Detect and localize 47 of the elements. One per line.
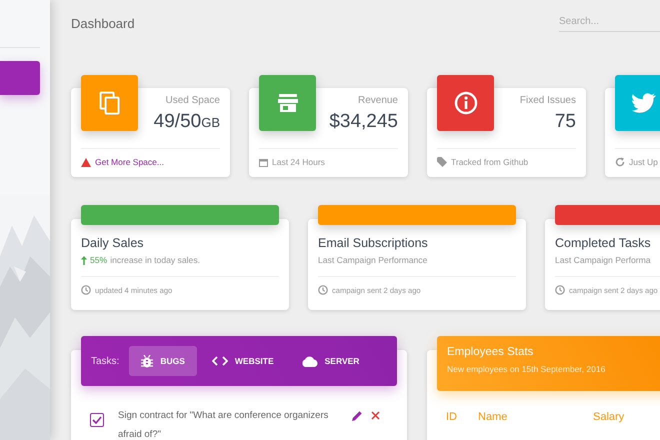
copy-icon: [98, 91, 120, 115]
stat-value: 75: [554, 111, 576, 133]
cloud-icon: [300, 356, 318, 366]
refresh-icon: [615, 157, 625, 167]
column-header: ID: [446, 411, 458, 423]
stat-value: 49/50GB: [154, 111, 220, 133]
get-more-link[interactable]: Get More Space...: [95, 157, 164, 167]
stat-label: Fixed Issues: [520, 95, 576, 106]
bird-icon: [632, 93, 656, 113]
chart-subtitle: Last Campaign Performa: [555, 255, 651, 265]
column-header: Salary: [593, 411, 624, 423]
warning-icon: [81, 158, 91, 166]
stat-label: Used Space: [166, 95, 220, 106]
task-text: Sign contract for "What are conference organizers afraid of?": [118, 409, 330, 440]
column-header: Name: [478, 411, 508, 423]
growth-value: 55%: [90, 255, 108, 265]
employees-title: Employees Stats: [447, 346, 534, 358]
search-field[interactable]: Search...: [559, 12, 660, 32]
edit-icon[interactable]: [352, 411, 362, 421]
clock-icon: [81, 285, 91, 295]
task-checkbox[interactable]: [90, 413, 104, 427]
task-tab[interactable]: BUGS: [129, 346, 197, 376]
chart-subtitle: Last Campaign Performance: [318, 255, 428, 265]
stat-value: $34,245: [329, 111, 398, 133]
arrow-up-icon: [81, 256, 87, 264]
task-tab[interactable]: SERVER: [288, 346, 372, 376]
task-tab[interactable]: WEBSITE: [200, 346, 286, 376]
store-icon: [276, 93, 298, 113]
clock-icon: [318, 285, 328, 295]
close-icon[interactable]: [371, 411, 380, 420]
stat-footer: Last 24 Hours: [272, 157, 325, 167]
employees-subtitle: New employees on 15th September, 2016: [447, 364, 606, 374]
code-icon: [212, 356, 228, 366]
chart-title: Daily Sales: [81, 236, 145, 250]
stat-label: Revenue: [358, 95, 398, 106]
chart-subtitle: increase in today sales.: [110, 255, 200, 265]
stat-footer: Tracked from Github: [451, 157, 528, 167]
clock-icon: [555, 285, 565, 295]
chart-title: Email Subscriptions: [318, 236, 429, 250]
info-icon: [454, 91, 478, 115]
calendar-icon: [259, 158, 268, 166]
chart-title: Completed Tasks: [555, 236, 652, 250]
tasks-label: Tasks:: [91, 356, 120, 366]
stat-footer: Just Up: [629, 157, 658, 167]
tag-icon: [437, 157, 447, 167]
page-title: Dashboard: [71, 16, 135, 31]
bug-icon: [141, 354, 154, 368]
